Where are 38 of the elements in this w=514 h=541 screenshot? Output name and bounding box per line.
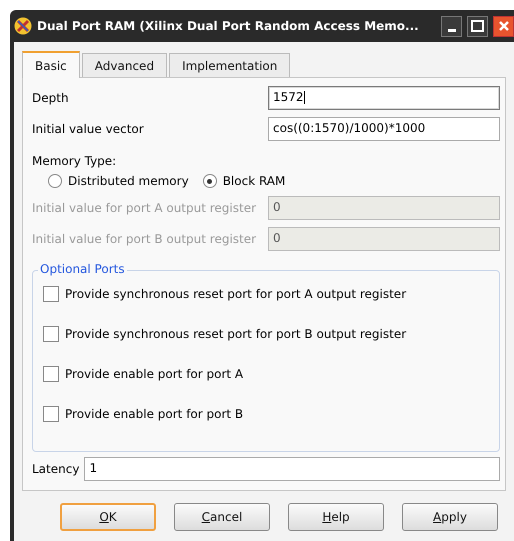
minimize-icon [448,28,456,32]
input-field[interactable]: 1 [84,457,500,481]
group-title: Optional Ports [38,262,127,276]
tab[interactable]: Implementation [169,53,290,77]
close-icon [498,20,510,32]
checkbox-label: Provide synchronous reset port for port A output register [65,287,406,301]
maximize-icon [471,20,484,32]
close-button[interactable] [493,16,514,36]
app-logo-icon [14,17,32,35]
text-cursor [304,91,305,104]
field-label: Depth [32,91,70,105]
field-label: Latency [32,462,80,476]
field-label: Initial value for port B output register [32,232,258,246]
dialog-button[interactable]: Apply [402,503,498,531]
checkbox-label: Provide enable port for port A [65,367,244,381]
window-title: Dual Port RAM (Xilinx Dual Port Random Access Memo... [37,19,420,33]
field-label: Initial value for port A output register [32,201,258,215]
section-label: Memory Type: [32,154,118,168]
tab[interactable]: Advanced [82,53,168,77]
minimize-button[interactable] [441,16,462,36]
radio-button[interactable] [48,174,62,188]
checkbox[interactable] [43,406,59,422]
checkbox[interactable] [43,326,59,342]
field-label: Initial value vector [32,122,145,136]
input-field[interactable]: 1572 [268,86,500,110]
dialog-button[interactable]: Help [288,503,384,531]
radio-label: Block RAM [222,174,286,188]
dialog-button[interactable]: Cancel [174,503,270,531]
checkbox[interactable] [43,286,59,302]
dialog-button[interactable]: OK [60,503,156,531]
checkbox-label: Provide synchronous reset port for port B output register [65,327,406,341]
checkbox[interactable] [43,366,59,382]
maximize-button[interactable] [467,16,488,36]
radio-option[interactable]: Block RAM [202,174,286,188]
checkbox-label: Provide enable port for port B [65,407,244,421]
input-field[interactable]: cos((0:1570)/1000)*1000 [268,117,500,141]
radio-button[interactable] [202,174,217,188]
tab[interactable]: Basic [22,51,80,78]
